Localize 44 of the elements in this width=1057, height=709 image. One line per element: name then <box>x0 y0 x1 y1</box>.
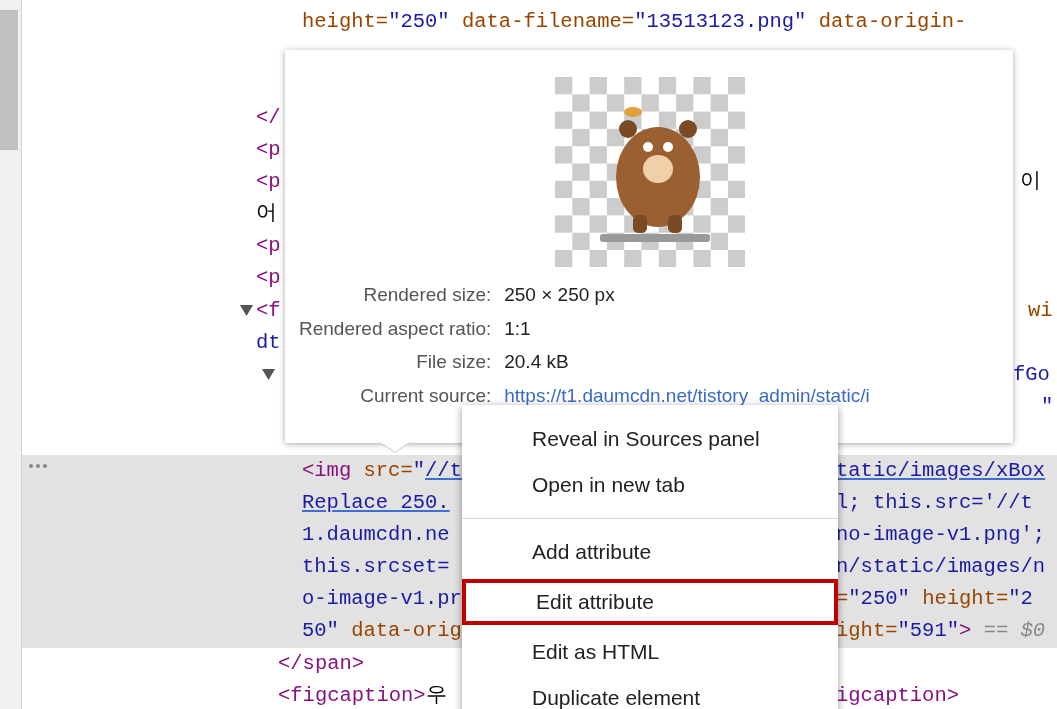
code-text: 어 <box>256 201 277 228</box>
expand-triangle-icon[interactable] <box>240 304 253 316</box>
info-label: Rendered aspect ratio: <box>299 316 492 341</box>
info-label: Rendered size: <box>362 283 492 307</box>
scrollbar-thumb[interactable] <box>0 10 18 150</box>
menu-item[interactable]: Edit as HTML <box>462 629 838 675</box>
code-text: <figcaption>우 <box>278 682 447 709</box>
info-label: File size: <box>415 350 492 374</box>
menu-item[interactable]: Edit attribute <box>462 579 838 625</box>
info-label: Current source: <box>359 383 492 408</box>
code-text: no-image-v1.png'; <box>836 522 1046 549</box>
code-text: fGo <box>1013 361 1050 388</box>
code-text: " <box>1041 393 1054 420</box>
code-text: tatic/images/xBox <box>836 458 1046 484</box>
code-text: dt <box>256 329 281 356</box>
code-text: <p <box>256 169 281 196</box>
menu-item[interactable]: Open in new tab <box>462 462 838 508</box>
menu-item[interactable]: Add attribute <box>462 529 838 575</box>
code-text: Replace 250. <box>302 490 450 517</box>
code-text: <p <box>256 233 281 260</box>
expand-triangle-icon[interactable] <box>262 369 275 381</box>
code-text: n/static/images/n <box>836 554 1046 581</box>
code-text: </ <box>256 104 281 131</box>
code-text: <img src="//t <box>302 458 462 484</box>
code-text: ight="591"> == $0 <box>836 618 1046 645</box>
code-text: <p <box>256 265 281 292</box>
menu-item[interactable]: Reveal in Sources panel <box>462 416 838 462</box>
code-text: <p <box>256 137 281 164</box>
code-text: this.srcset= <box>302 554 450 581</box>
code-text: o-image-v1.pr <box>302 586 462 613</box>
code-text: 1.daumcdn.ne <box>302 522 450 549</box>
info-value: 1:1 <box>504 316 532 341</box>
info-value: 20.4 kB <box>504 350 570 374</box>
code-text: height="250" data-filename="13513123.png" data-origin- <box>302 8 967 35</box>
code-text: igcaption> <box>836 682 960 709</box>
code-text: </span> <box>278 650 365 677</box>
code-text: 이 <box>1020 169 1041 196</box>
code-text: 50" data-orig <box>302 618 462 645</box>
code-text: wi <box>1028 297 1053 324</box>
code-text: l; this.src='//t <box>836 490 1033 517</box>
ellipsis-icon[interactable] <box>28 463 48 470</box>
info-value: 250 × 250 px <box>504 283 616 307</box>
code-text: <f <box>256 297 281 324</box>
menu-item[interactable]: Duplicate element <box>462 675 838 709</box>
